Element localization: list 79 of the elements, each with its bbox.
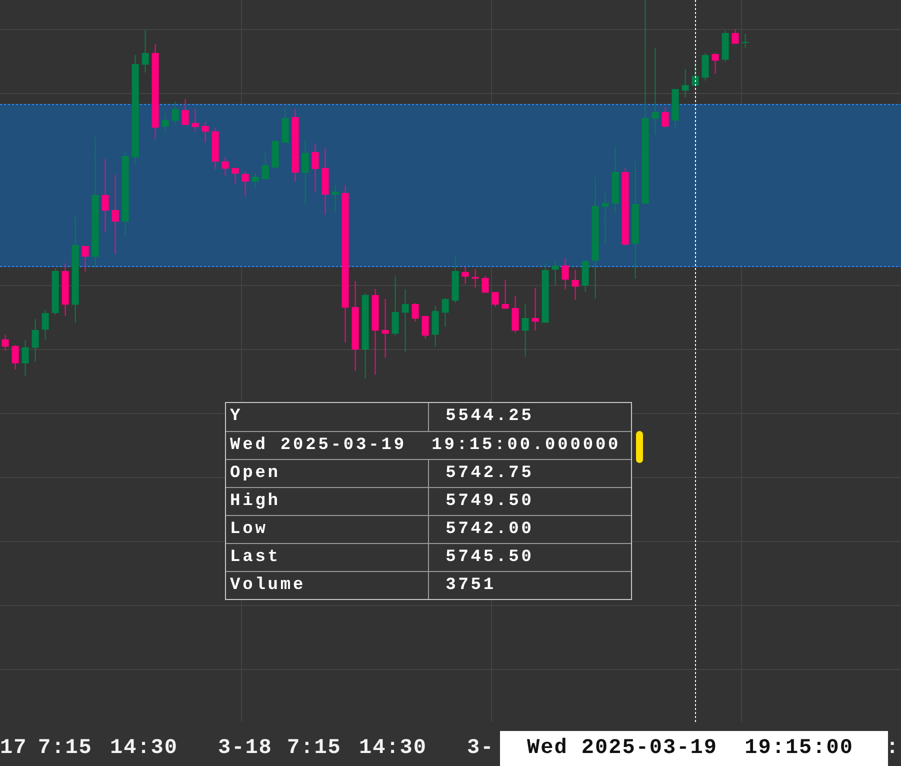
candlestick <box>612 146 619 212</box>
candlestick <box>662 106 669 128</box>
field-value: 5742.75 <box>444 463 535 485</box>
timestamp-text: Wed 2025-03-19 19:15:00.000000 <box>229 435 622 457</box>
candlestick <box>12 344 19 370</box>
candlestick <box>162 112 169 134</box>
candlestick <box>722 30 729 62</box>
candlestick <box>32 318 39 362</box>
candlestick <box>542 264 549 324</box>
candlestick <box>522 304 529 358</box>
candlestick <box>502 280 509 310</box>
candlestick <box>212 128 219 170</box>
candlestick <box>462 266 469 284</box>
candlestick <box>432 306 439 348</box>
candlestick <box>192 108 199 132</box>
candlestick <box>232 168 239 184</box>
candlestick <box>512 296 519 334</box>
field-value: 5544.25 <box>444 406 535 428</box>
candlestick <box>142 30 149 74</box>
candlestick <box>582 260 589 292</box>
candlestick <box>382 298 389 358</box>
candlestick <box>332 184 339 212</box>
field-value: 5742.00 <box>444 519 535 541</box>
candlestick <box>472 268 479 288</box>
candlestick <box>82 246 89 272</box>
axis-label: 3-18 <box>218 736 272 762</box>
field-label: Y <box>226 403 429 431</box>
candlestick <box>572 270 579 300</box>
axis-label: 3- <box>467 736 494 762</box>
crosshair-time-label: Wed 2025-03-19 19:15:00 <box>500 731 888 766</box>
candlestick <box>202 122 209 144</box>
candlestick <box>482 276 489 294</box>
candlestick <box>42 310 49 340</box>
candlestick <box>2 334 9 352</box>
field-value: 5749.50 <box>444 491 535 513</box>
candlestick <box>392 276 399 336</box>
candlestick <box>172 102 179 124</box>
candlestick <box>222 156 229 176</box>
candlestick <box>312 144 319 192</box>
candlestick <box>672 88 679 128</box>
candlestick <box>262 152 269 180</box>
axis-label: 14:30 <box>110 736 178 762</box>
candlestick <box>402 288 409 352</box>
candlestick <box>702 52 709 82</box>
field-label: High <box>226 488 429 515</box>
highlight-mark <box>636 431 643 463</box>
axis-label: 7:15 <box>287 736 342 762</box>
field-label: Volume <box>226 572 429 599</box>
candlestick <box>452 254 459 304</box>
candlestick <box>552 260 559 286</box>
field-label: Low <box>226 516 429 543</box>
candlestick <box>442 298 449 328</box>
candlestick <box>252 172 259 188</box>
candlestick <box>682 68 689 98</box>
candlestick <box>242 170 249 198</box>
axis-label: 14:30 <box>359 736 428 762</box>
candlestick <box>742 34 749 48</box>
field-value: 3751 <box>444 575 498 597</box>
axis-label: : <box>886 736 900 762</box>
field-label: Last <box>226 544 429 571</box>
candlestick <box>22 340 29 376</box>
candlestick <box>322 148 329 216</box>
candlestick <box>532 288 539 332</box>
axis-label: 17 <box>0 736 28 762</box>
candlestick <box>732 28 739 44</box>
field-label: Open <box>226 460 429 487</box>
candlestick <box>302 140 309 206</box>
candlestick <box>602 192 609 244</box>
candlestick <box>562 258 569 290</box>
candlestick <box>712 52 719 74</box>
candlestick <box>422 316 429 340</box>
candlestick <box>412 302 419 322</box>
candlestick <box>182 98 189 126</box>
candlestick <box>62 262 69 316</box>
candlestick <box>692 62 699 86</box>
axis-label: 7:15 <box>38 736 92 762</box>
candlestick <box>52 268 59 316</box>
candlestick <box>282 107 289 144</box>
field-value: 5745.50 <box>444 547 535 569</box>
